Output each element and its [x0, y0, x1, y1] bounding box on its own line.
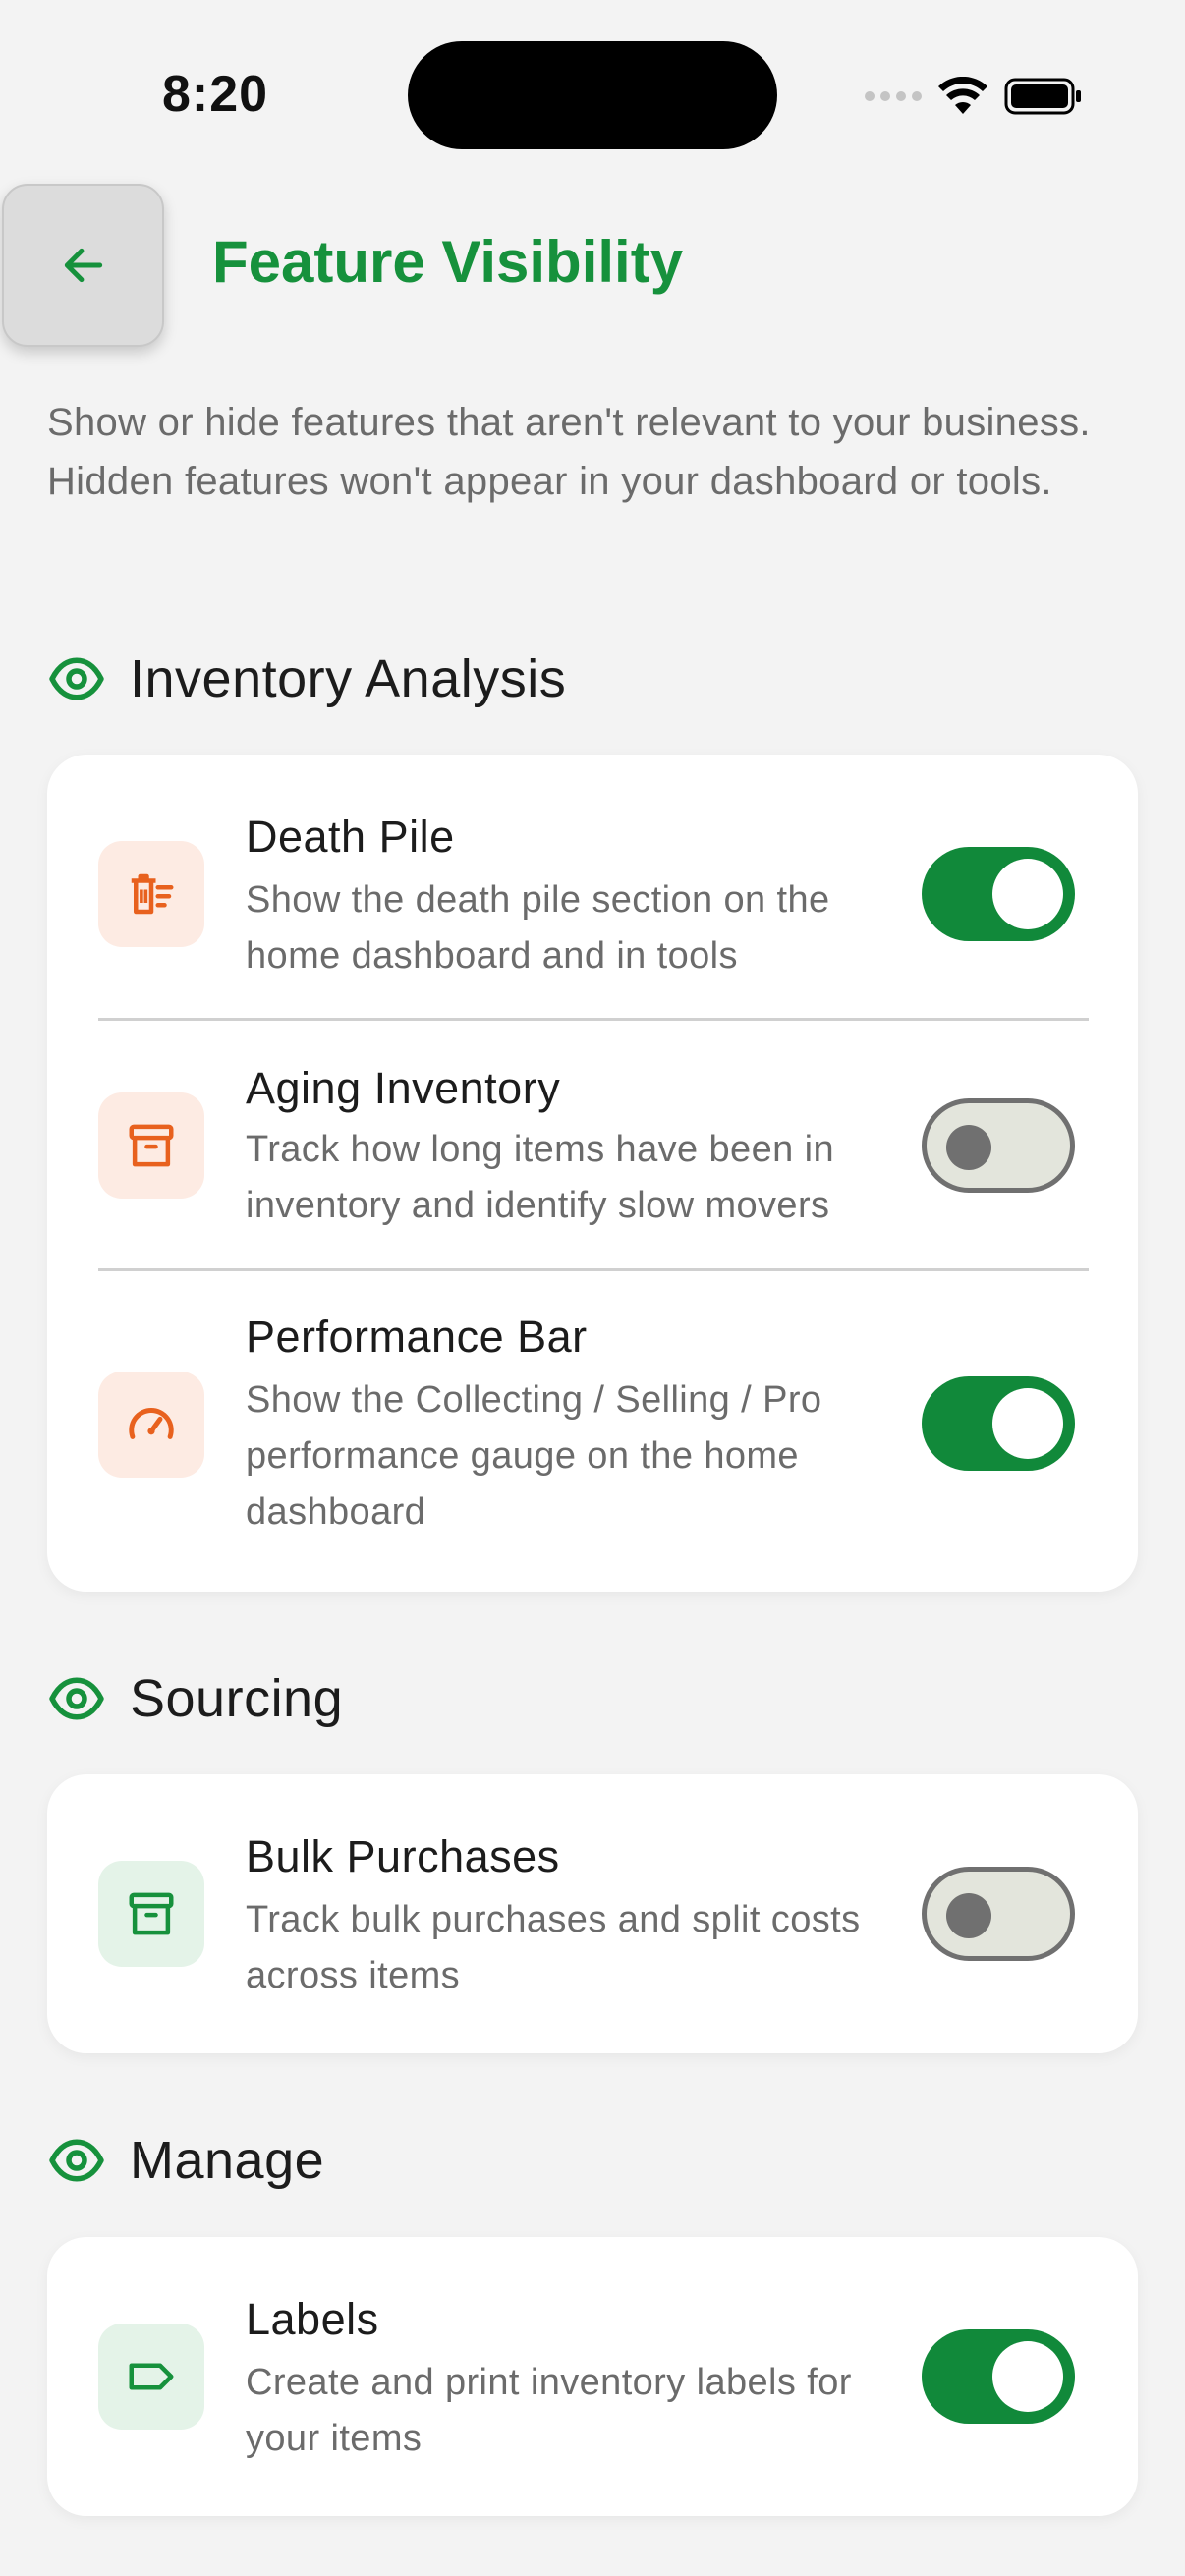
item-description: Track how long items have been in invent… — [246, 1129, 834, 1226]
toggle-knob — [992, 1388, 1063, 1459]
card-inventory-analysis: Death Pile Show the death pile section o… — [47, 755, 1138, 1592]
item-description: Show the Collecting / Selling / Pro perf… — [246, 1379, 822, 1533]
toggle-knob — [946, 1893, 991, 1938]
list-item-aging-inventory: Aging Inventory Track how long items hav… — [47, 1020, 1138, 1270]
wifi-icon — [938, 77, 988, 114]
cellular-signal-icon — [865, 91, 922, 101]
list-item-death-pile: Death Pile Show the death pile section o… — [47, 755, 1138, 1020]
toggle-knob — [992, 859, 1063, 929]
back-button[interactable] — [2, 184, 164, 347]
item-title: Death Pile — [246, 812, 455, 862]
gauge-icon — [129, 1408, 174, 1439]
icon-box — [98, 841, 204, 947]
tag-icon — [129, 2363, 174, 2390]
section-header-manage: Manage — [47, 2130, 324, 2191]
item-title: Aging Inventory — [246, 1063, 561, 1113]
section-title: Inventory Analysis — [130, 649, 567, 708]
page-title: Feature Visibility — [212, 229, 684, 295]
battery-icon — [1004, 78, 1081, 115]
item-title: Bulk Purchases — [246, 1831, 560, 1881]
item-title: Labels — [246, 2294, 379, 2344]
eye-icon — [49, 657, 104, 700]
intro-text: Show or hide features that aren't releva… — [47, 401, 1091, 503]
eye-icon — [49, 1677, 104, 1720]
archive-box-icon — [129, 1124, 174, 1167]
icon-box — [98, 1372, 204, 1478]
toggle-knob — [946, 1125, 991, 1170]
list-item-labels: Labels Create and print inventory labels… — [47, 2237, 1138, 2516]
toggle-aging-inventory[interactable] — [922, 1098, 1075, 1193]
icon-box — [98, 2324, 204, 2430]
dynamic-island — [408, 41, 777, 149]
card-sourcing: Bulk Purchases Track bulk purchases and … — [47, 1774, 1138, 2053]
toggle-labels[interactable] — [922, 2329, 1075, 2424]
section-title: Manage — [130, 2131, 325, 2190]
section-header-sourcing: Sourcing — [47, 1668, 343, 1729]
toggle-performance-bar[interactable] — [922, 1376, 1075, 1471]
item-description: Track bulk purchases and split costs acr… — [246, 1899, 861, 1996]
item-title: Performance Bar — [246, 1312, 588, 1362]
icon-box — [98, 1092, 204, 1199]
eye-icon — [49, 2139, 104, 2182]
status-time: 8:20 — [162, 66, 269, 123]
section-header-inventory-analysis: Inventory Analysis — [47, 648, 566, 709]
trash-list-icon — [131, 873, 174, 915]
card-manage: Labels Create and print inventory labels… — [47, 2237, 1138, 2516]
list-item-bulk-purchases: Bulk Purchases Track bulk purchases and … — [47, 1774, 1138, 2053]
item-description: Create and print inventory labels for yo… — [246, 2362, 852, 2459]
toggle-knob — [992, 2341, 1063, 2412]
icon-box — [98, 1861, 204, 1967]
toggle-death-pile[interactable] — [922, 847, 1075, 941]
arrow-left-icon — [64, 248, 102, 283]
list-item-performance-bar: Performance Bar Show the Collecting / Se… — [47, 1270, 1138, 1592]
section-title: Sourcing — [130, 1669, 344, 1728]
archive-box-icon — [129, 1892, 174, 1935]
item-description: Show the death pile section on the home … — [246, 879, 830, 977]
status-bar: 8:20 — [0, 0, 1185, 177]
status-icons — [865, 73, 1083, 120]
toggle-bulk-purchases[interactable] — [922, 1867, 1075, 1961]
